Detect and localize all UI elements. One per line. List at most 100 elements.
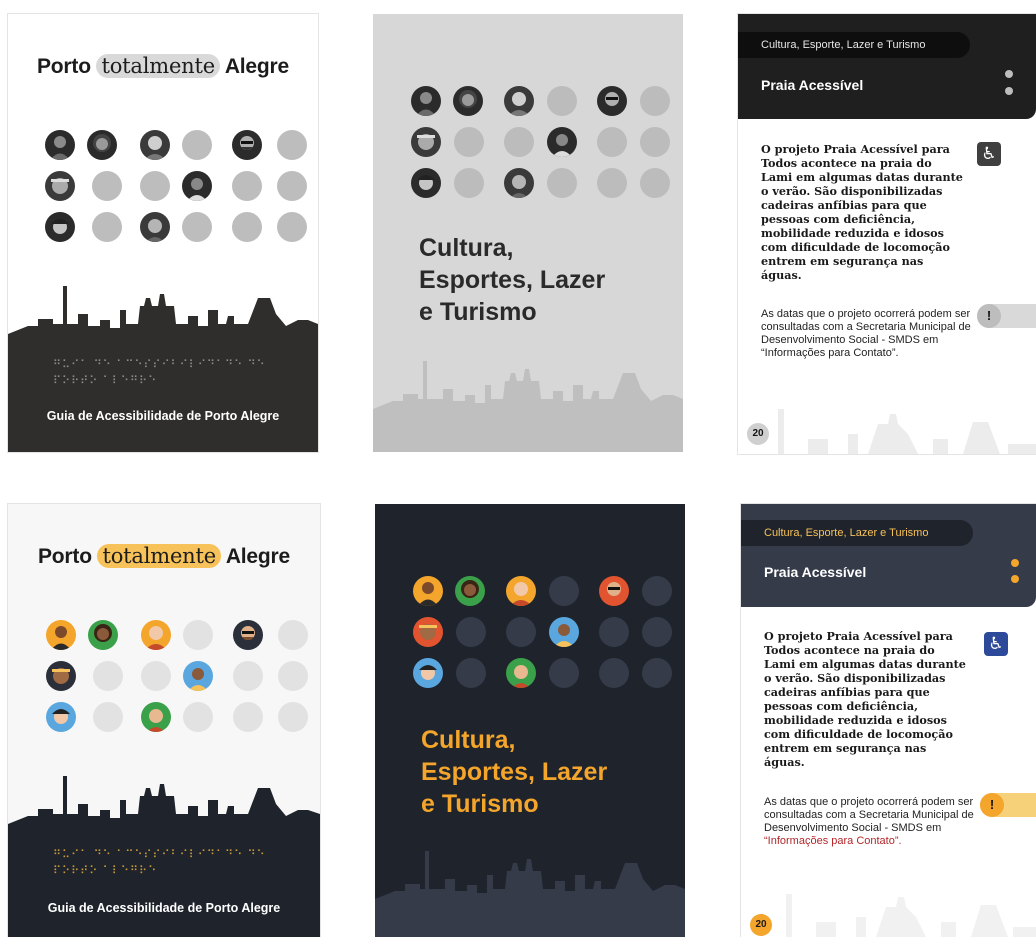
note-text: As datas que o projeto ocorrerá podem se…: [764, 796, 974, 834]
empty-dot: [277, 171, 307, 201]
section-card-mono: Cultura, Esportes, Lazer e Turismo: [373, 14, 683, 452]
empty-dot: [93, 702, 123, 732]
braille-line: ⠛⠥⠊⠁ ⠙⠑ ⠁⠉⠑⠎⠎⠊⠃⠊⠇⠊⠙⠁⠙⠑ ⠙⠑: [53, 358, 266, 371]
section-title-line: Cultura,: [419, 234, 514, 262]
cover-title: Porto totalmente Alegre: [8, 544, 320, 569]
category-pill: Cultura, Esporte, Lazer e Turismo: [738, 32, 970, 58]
empty-dot: [93, 661, 123, 691]
face-avatar: [547, 127, 577, 157]
face-avatar: [232, 130, 262, 160]
cover-title: Porto totalmente Alegre: [8, 54, 318, 79]
face-avatar: [506, 658, 536, 688]
empty-dot: [278, 661, 308, 691]
empty-dot: [233, 661, 263, 691]
empty-dot: [506, 617, 536, 647]
empty-dot: [232, 171, 262, 201]
empty-dot: [454, 168, 484, 198]
faces-grid: [411, 86, 671, 206]
empty-dot: [642, 658, 672, 688]
city-skyline: [778, 409, 1036, 454]
empty-dot: [547, 168, 577, 198]
face-avatar: [504, 86, 534, 116]
empty-dot: [640, 127, 670, 157]
empty-dot: [640, 86, 670, 116]
face-avatar: [597, 86, 627, 116]
scroll-indicator-dot[interactable]: [1011, 559, 1019, 567]
empty-dot: [454, 127, 484, 157]
title-word-alegre: Alegre: [225, 545, 290, 568]
section-title: Cultura, Esportes, Lazer e Turismo: [419, 232, 605, 328]
section-title-line: e Turismo: [419, 298, 537, 326]
contact-link[interactable]: “Informações para Contato”.: [764, 835, 902, 847]
empty-dot: [92, 212, 122, 242]
braille-line: ⠏⠕⠗⠞⠕ ⠁⠇⠑⠛⠗⠑: [53, 864, 158, 877]
face-avatar: [411, 86, 441, 116]
faces-grid: [45, 130, 307, 250]
empty-dot: [504, 127, 534, 157]
scroll-indicator-dot[interactable]: [1005, 87, 1013, 95]
braille-line: ⠛⠥⠊⠁ ⠙⠑ ⠁⠉⠑⠎⠎⠊⠃⠊⠇⠊⠙⠁⠙⠑ ⠙⠑: [53, 848, 266, 861]
empty-dot: [140, 171, 170, 201]
face-avatar: [141, 620, 171, 650]
title-highlight: totalmente: [97, 544, 221, 568]
faces-grid: [46, 620, 308, 740]
contact-note: As datas que o projeto ocorrerá podem se…: [761, 308, 981, 360]
page-title: Praia Acessível: [764, 564, 867, 580]
face-avatar: [413, 658, 443, 688]
scroll-indicator-dot[interactable]: [1011, 575, 1019, 583]
empty-dot: [640, 168, 670, 198]
face-avatar: [411, 168, 441, 198]
empty-dot: [182, 130, 212, 160]
empty-dot: [597, 168, 627, 198]
face-avatar: [45, 130, 75, 160]
body-paragraph: O projeto Praia Acessível para Todos aco…: [764, 629, 966, 769]
scroll-indicator-dot[interactable]: [1005, 70, 1013, 78]
face-avatar: [140, 130, 170, 160]
title-highlight: totalmente: [96, 54, 220, 78]
note-text: As datas que o projeto ocorrerá podem se…: [761, 308, 971, 346]
page-header: Cultura, Esporte, Lazer e Turismo Praia …: [741, 504, 1036, 607]
accessibility-icon: ♿: [977, 142, 1001, 166]
empty-dot: [182, 212, 212, 242]
category-pill: Cultura, Esporte, Lazer e Turismo: [741, 520, 973, 546]
contact-note: As datas que o projeto ocorrerá podem se…: [764, 796, 984, 848]
city-skyline: [373, 361, 683, 452]
faces-grid: [413, 576, 673, 696]
empty-dot: [278, 620, 308, 650]
alert-icon: !: [977, 304, 1001, 328]
face-avatar: [549, 617, 579, 647]
title-word-porto: Porto: [38, 545, 92, 568]
face-avatar: [46, 702, 76, 732]
city-skyline: [786, 894, 1036, 937]
face-avatar: [411, 127, 441, 157]
face-avatar: [183, 661, 213, 691]
cover-card-color: Porto totalmente Alegre ⠛⠥⠊⠁ ⠙⠑ ⠁⠉⠑⠎⠎⠊⠃⠊…: [8, 504, 320, 937]
section-title: Cultura, Esportes, Lazer e Turismo: [421, 724, 607, 820]
page-title: Praia Acessível: [761, 77, 864, 93]
empty-dot: [642, 617, 672, 647]
face-avatar: [88, 620, 118, 650]
empty-dot: [599, 617, 629, 647]
empty-dot: [277, 212, 307, 242]
section-title-line: Esportes, Lazer: [419, 266, 606, 294]
empty-dot: [456, 617, 486, 647]
empty-dot: [549, 576, 579, 606]
empty-dot: [233, 702, 263, 732]
section-title-line: Esportes, Lazer: [421, 758, 608, 786]
body-paragraph: O projeto Praia Acessível para Todos aco…: [761, 142, 963, 282]
face-avatar: [141, 702, 171, 732]
empty-dot: [642, 576, 672, 606]
section-title-line: Cultura,: [421, 726, 516, 754]
inner-page-mono: Cultura, Esporte, Lazer e Turismo Praia …: [738, 14, 1036, 454]
face-avatar: [46, 661, 76, 691]
empty-dot: [597, 127, 627, 157]
face-avatar: [413, 576, 443, 606]
section-title-line: e Turismo: [421, 790, 539, 818]
face-avatar: [87, 130, 117, 160]
page-number: 20: [747, 423, 769, 445]
face-avatar: [413, 617, 443, 647]
alert-bar: !: [980, 793, 1036, 817]
empty-dot: [141, 661, 171, 691]
contact-link[interactable]: “Informações para Contato”.: [761, 347, 899, 359]
alert-bar: !: [977, 304, 1036, 328]
